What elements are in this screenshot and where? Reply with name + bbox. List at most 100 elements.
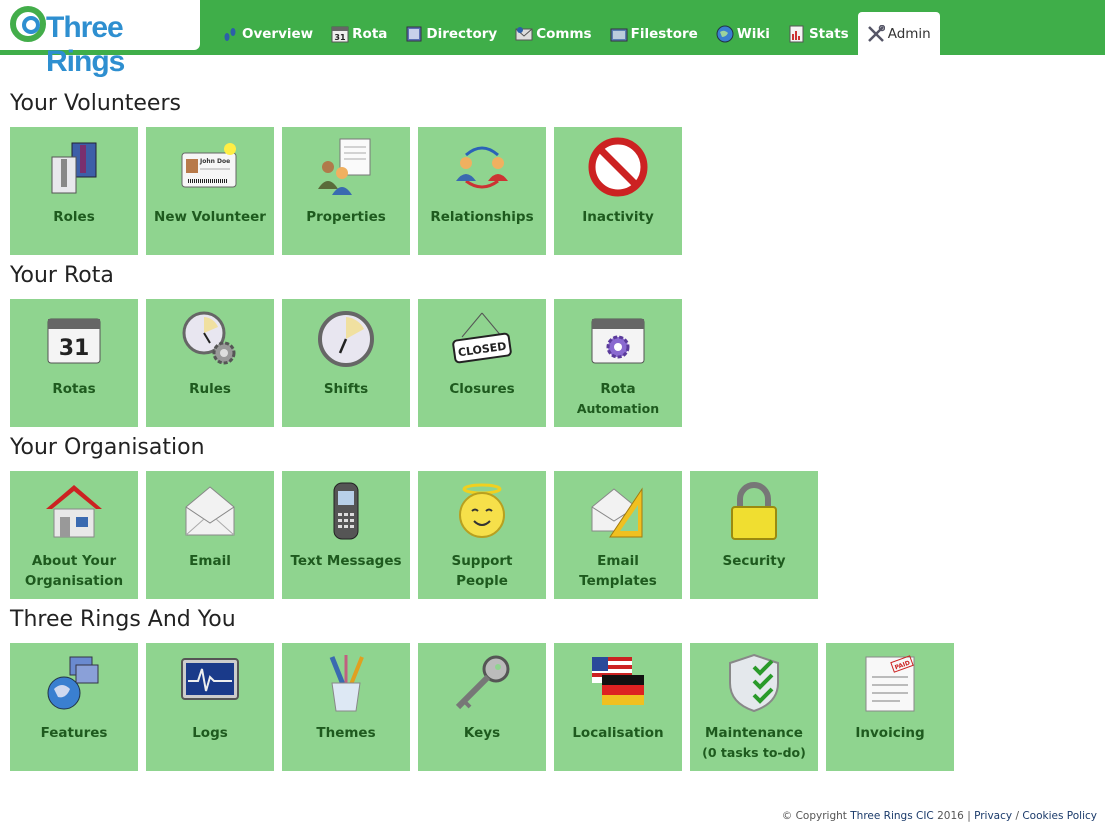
calendar-gear-icon: [591, 318, 645, 364]
logo[interactable]: Three Rings: [0, 0, 200, 78]
tile-inactivity[interactable]: Inactivity: [554, 127, 682, 255]
nav-comms-label: Comms: [536, 25, 592, 42]
folder-icon: [610, 28, 628, 41]
tile-support-people-label-1: Support: [451, 553, 513, 569]
tile-features[interactable]: Features: [10, 643, 138, 771]
tools-icon: [867, 24, 885, 42]
padlock-icon: [731, 482, 777, 540]
footer-separator: |: [967, 810, 971, 822]
tile-properties[interactable]: Properties: [282, 127, 410, 255]
nav-directory[interactable]: Directory: [396, 12, 506, 55]
calendar-badge-text: 31: [59, 336, 90, 361]
tile-security[interactable]: Security: [690, 471, 818, 599]
tile-rules-label: Rules: [189, 381, 231, 397]
tile-maintenance-label-1: Maintenance: [705, 725, 803, 741]
svg-text:John Doe: John Doe: [199, 158, 230, 165]
nav-admin-label: Admin: [887, 25, 931, 42]
tile-rota-automation-label: Rota Automation: [554, 379, 682, 419]
footer-copyright: © Copyright: [781, 810, 847, 822]
nav-filestore[interactable]: Filestore: [601, 12, 707, 55]
tile-closures[interactable]: CLOSED Closures: [418, 299, 546, 427]
tile-roles[interactable]: Roles: [10, 127, 138, 255]
nav-filestore-label: Filestore: [630, 25, 698, 42]
tile-relationships[interactable]: Relationships: [418, 127, 546, 255]
nav-overview-label: Overview: [242, 25, 314, 42]
shield-check-icon: [729, 653, 779, 713]
tile-support-people[interactable]: Support People: [418, 471, 546, 599]
tile-rules[interactable]: Rules: [146, 299, 274, 427]
people-cycle-icon: [456, 146, 508, 189]
tile-rotas[interactable]: 31 Rotas: [10, 299, 138, 427]
section-title-volunteers: Your Volunteers: [10, 91, 181, 116]
tile-logs[interactable]: Logs: [146, 643, 274, 771]
footer-org-link[interactable]: Three Rings CIC: [850, 810, 934, 822]
tile-about-organisation[interactable]: About Your Organisation: [10, 471, 138, 599]
calendar-icon: 31: [331, 26, 349, 42]
calendar-icon: 31: [47, 318, 101, 364]
people-document-icon: [318, 138, 371, 195]
tile-shifts-label: Shifts: [323, 381, 369, 397]
clock-gear-icon: [182, 311, 236, 365]
tile-rota-automation[interactable]: Rota Automation: [554, 299, 682, 427]
tile-keys[interactable]: Keys: [418, 643, 546, 771]
logo-text: Three Rings: [46, 11, 125, 78]
tile-roles-label: Roles: [53, 209, 95, 225]
chart-icon: [789, 25, 804, 42]
tile-email-label: Email: [189, 553, 231, 569]
nav-admin[interactable]: Admin: [857, 12, 940, 55]
footer-privacy-link[interactable]: Privacy: [974, 810, 1012, 822]
tile-invoicing[interactable]: PAID Invoicing: [826, 643, 954, 771]
tile-closures-label: Closures: [449, 381, 515, 397]
nav-directory-label: Directory: [426, 25, 498, 42]
nav-stats[interactable]: Stats: [779, 12, 858, 55]
nav-wiki[interactable]: Wiki: [707, 12, 779, 55]
tile-features-label: Features: [40, 725, 108, 741]
tile-maintenance[interactable]: Maintenance (0 tasks to-do): [690, 643, 818, 771]
envelope-icon: [185, 486, 235, 536]
nav-wiki-label: Wiki: [736, 25, 770, 42]
tile-themes[interactable]: Themes: [282, 643, 410, 771]
tile-keys-label: Keys: [463, 725, 501, 741]
footer-slash: /: [1015, 810, 1019, 822]
tile-support-people-label: Support People: [418, 551, 546, 591]
tile-text-messages-label: Text Messages: [290, 553, 402, 569]
tile-shifts[interactable]: Shifts: [282, 299, 410, 427]
invoice-paid-icon: PAID: [865, 655, 915, 712]
tile-email-templates-label: Email Templates: [554, 551, 682, 591]
closed-sign-icon: CLOSED: [452, 312, 512, 364]
tiles-organisation: About Your Organisation Email Text Messag…: [10, 471, 826, 599]
prohibited-icon: [588, 137, 648, 197]
tile-new-volunteer[interactable]: John Doe New Volunteer: [146, 127, 274, 255]
tile-email-templates[interactable]: Email Templates: [554, 471, 682, 599]
tile-about-organisation-label-2: Organisation: [24, 573, 124, 589]
nav-rota[interactable]: 31 Rota: [322, 12, 396, 55]
house-icon: [46, 485, 102, 538]
nav-comms[interactable]: Comms: [506, 12, 600, 55]
tile-inactivity-label: Inactivity: [582, 209, 654, 225]
tile-logs-label: Logs: [192, 725, 228, 741]
tile-about-organisation-label: About Your Organisation: [10, 551, 138, 591]
tiles-rota: 31 Rotas Rules Shifts CLOSED Closures Ro…: [10, 299, 690, 427]
tile-relationships-label: Relationships: [430, 209, 534, 225]
tiles-three-rings-and-you: Features Logs Themes Keys Localisation M…: [10, 643, 962, 771]
mail-icon: [515, 26, 533, 40]
nav-overview[interactable]: Overview: [212, 12, 322, 55]
footer-year: 2016: [937, 810, 964, 822]
nav-stats-label: Stats: [808, 25, 849, 42]
tile-invoicing-label: Invoicing: [855, 725, 925, 741]
top-navigation-bar: Three Rings Overview 31 Rota Directory C…: [0, 0, 1105, 78]
tile-maintenance-label: Maintenance (0 tasks to-do): [690, 723, 818, 763]
tile-support-people-label-2: People: [456, 573, 508, 589]
nav-rota-label: Rota: [352, 25, 388, 42]
tiles-volunteers: Roles John Doe New Volunteer Properties …: [10, 127, 690, 255]
key-icon: [455, 655, 510, 710]
section-title-three-rings-and-you: Three Rings And You: [10, 607, 236, 632]
tile-email[interactable]: Email: [146, 471, 274, 599]
monitor-pulse-icon: [181, 658, 239, 700]
tile-text-messages[interactable]: Text Messages: [282, 471, 410, 599]
footer-cookies-link[interactable]: Cookies Policy: [1022, 810, 1097, 822]
footer: © Copyright Three Rings CIC 2016 | Priva…: [782, 810, 1097, 822]
footprints-icon: [224, 27, 236, 41]
tile-localisation[interactable]: Localisation: [554, 643, 682, 771]
brushes-cup-icon: [329, 655, 364, 712]
